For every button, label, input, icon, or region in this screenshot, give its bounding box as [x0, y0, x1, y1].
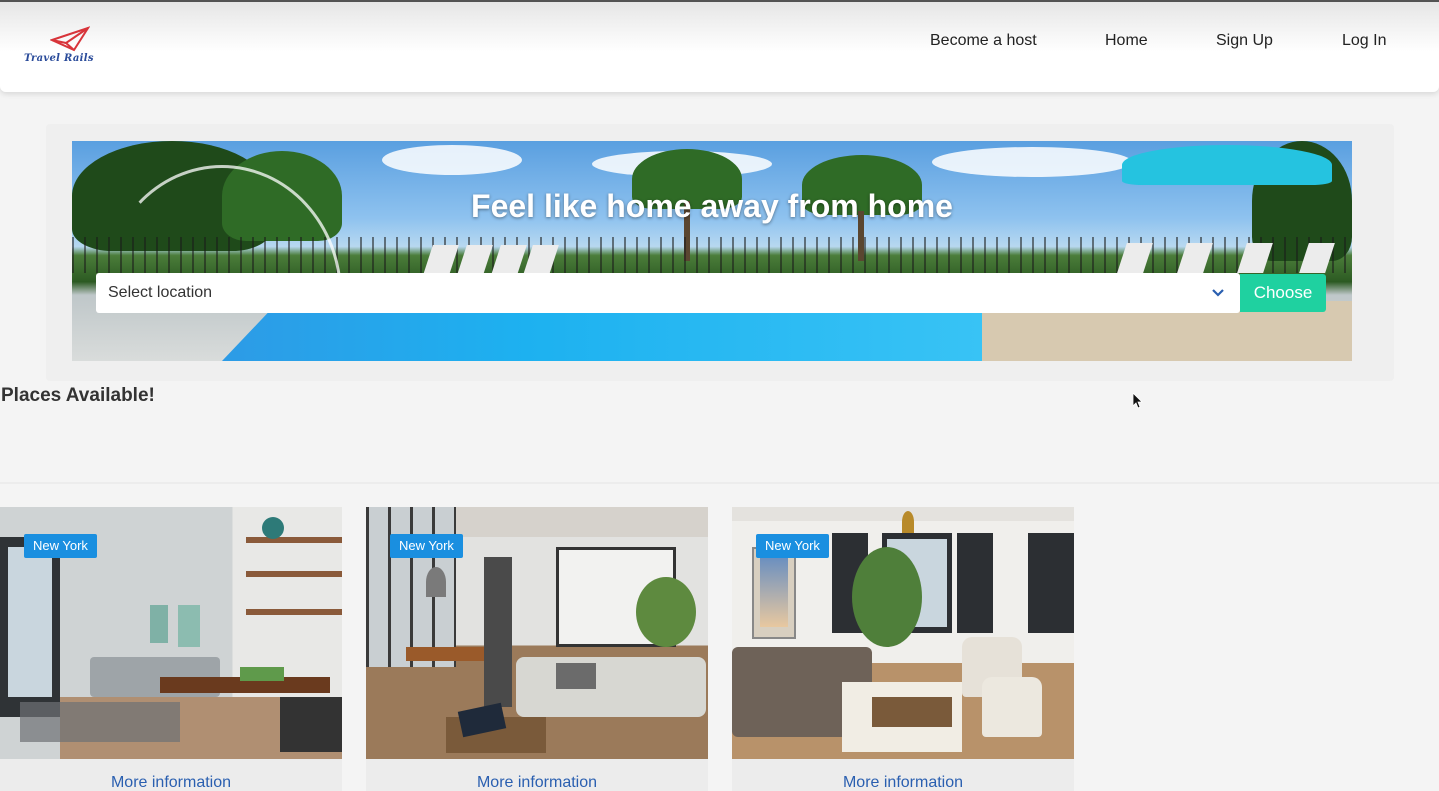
nav-log-in[interactable]: Log In	[1342, 32, 1386, 50]
photo-coffee-table	[872, 697, 952, 727]
listing-photo[interactable]: New York	[0, 507, 342, 759]
photo-plant	[852, 547, 922, 647]
nav-sign-up[interactable]: Sign Up	[1216, 32, 1273, 50]
photo-sofa	[516, 657, 706, 717]
section-title: Places Available!	[1, 385, 155, 406]
photo-art	[178, 605, 200, 647]
mouse-pointer-icon	[1133, 393, 1143, 409]
photo-shelf	[246, 537, 342, 543]
photo-shelf	[246, 609, 342, 615]
more-information-link[interactable]: More information	[0, 774, 342, 791]
hero-title: Feel like home away from home	[471, 188, 953, 224]
hero-cloud	[932, 147, 1132, 177]
choose-button[interactable]: Choose	[1240, 274, 1326, 312]
navbar: Travel Rails Become a host Home Sign Up …	[0, 2, 1439, 92]
photo-chair	[280, 697, 342, 752]
photo-throw	[556, 663, 596, 689]
photo-tree	[636, 577, 696, 647]
photo-art	[150, 605, 168, 643]
location-select[interactable]: Select location	[96, 273, 1240, 313]
photo-lamp	[426, 567, 446, 597]
photo-plant	[240, 667, 284, 681]
more-information-link[interactable]: More information	[732, 774, 1074, 791]
nav-become-a-host[interactable]: Become a host	[930, 32, 1037, 50]
photo-staircase	[484, 557, 512, 707]
photo-window	[1028, 533, 1074, 633]
listing-card[interactable]: New York More information	[366, 507, 708, 791]
photo-pendant-lamp	[902, 511, 914, 533]
hero-pool	[222, 313, 982, 361]
chevron-down-icon	[1212, 289, 1224, 297]
photo-armchair	[982, 677, 1042, 737]
photo-shelf	[246, 571, 342, 577]
photo-window	[957, 533, 993, 633]
listing-photo[interactable]: New York	[732, 507, 1074, 759]
photo-window-glass	[8, 547, 52, 697]
location-badge: New York	[24, 534, 97, 558]
location-badge: New York	[390, 534, 463, 558]
nav-home[interactable]: Home	[1105, 32, 1148, 50]
section-divider	[0, 482, 1439, 484]
hero-banner: Feel like home away from home Select loc…	[72, 141, 1352, 361]
photo-rug	[20, 702, 180, 742]
photo-clock	[262, 517, 284, 539]
hero-umbrella	[1122, 145, 1332, 185]
more-information-link[interactable]: More information	[366, 774, 708, 791]
hero-cloud	[382, 145, 522, 175]
brand-logo[interactable]: Travel Rails	[22, 26, 112, 72]
listing-card[interactable]: New York More information	[0, 507, 342, 791]
listing-photo[interactable]: New York	[366, 507, 708, 759]
location-badge: New York	[756, 534, 829, 558]
paper-plane-icon	[50, 26, 90, 52]
listing-card[interactable]: New York More information	[732, 507, 1074, 791]
location-select-value: Select location	[108, 284, 213, 301]
photo-dining-table	[406, 647, 486, 661]
photo-painting-art	[760, 557, 788, 627]
brand-logo-text: Travel Rails	[24, 53, 94, 64]
